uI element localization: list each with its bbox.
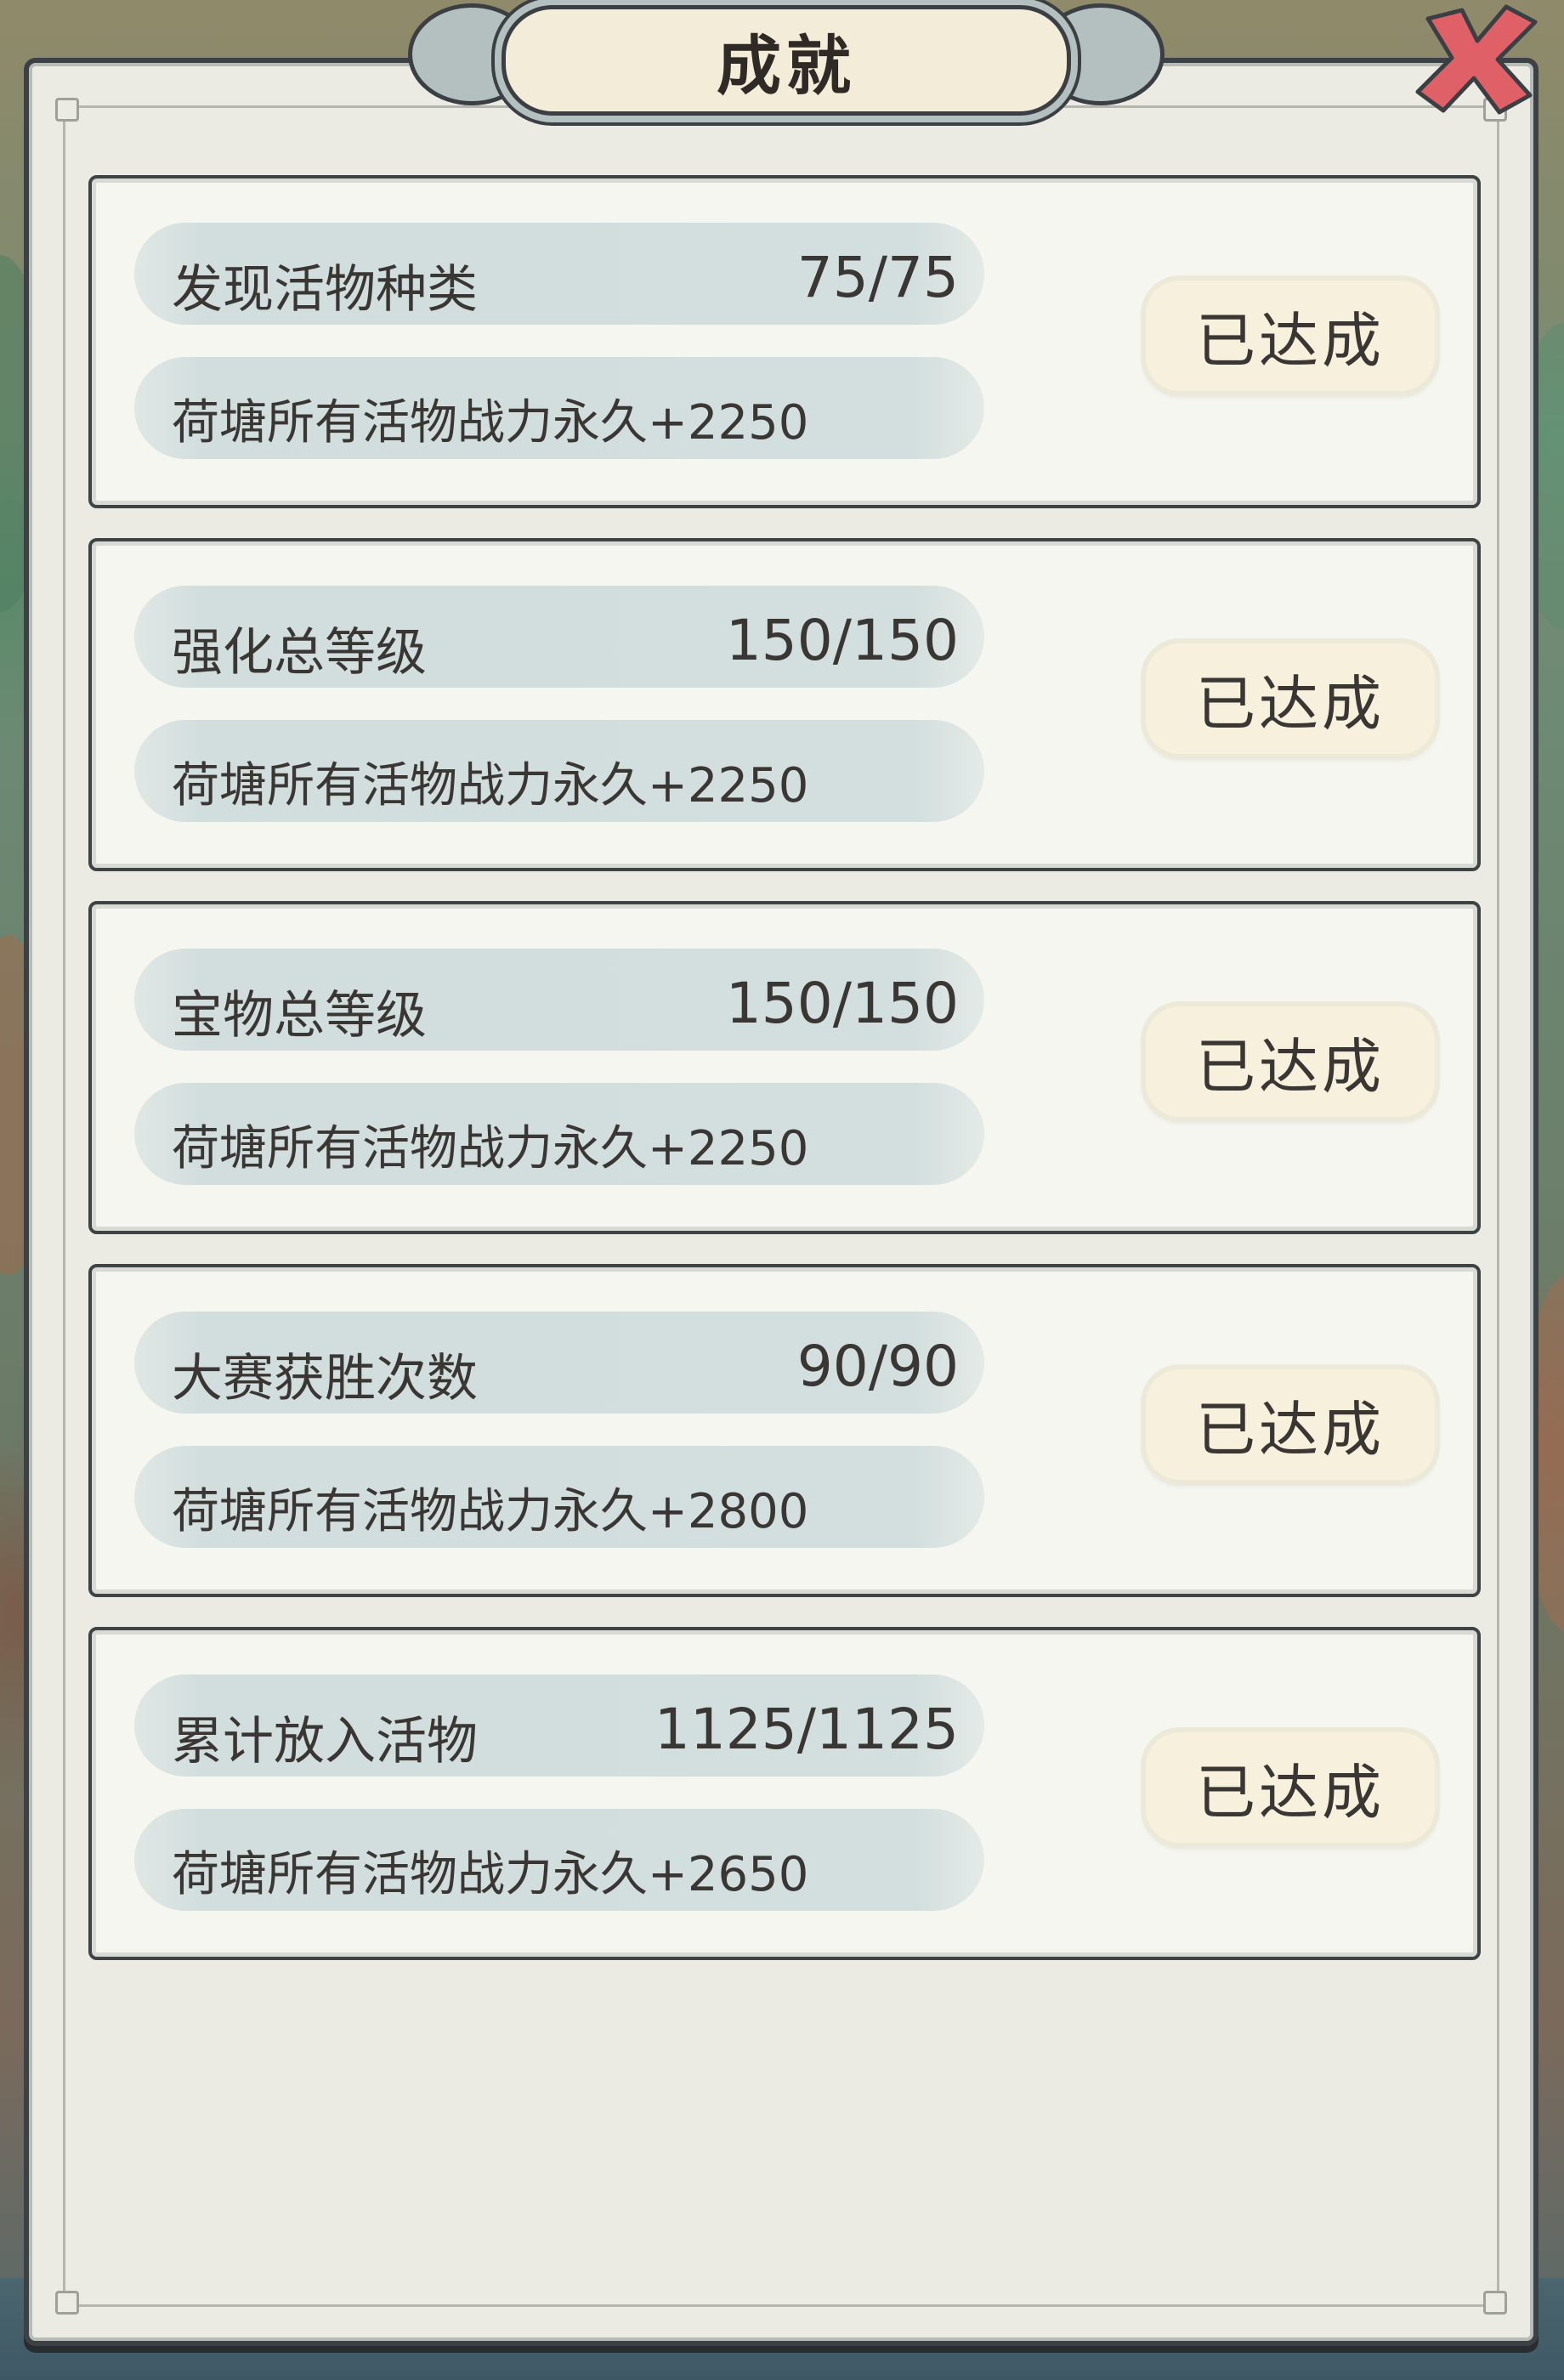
condition-progress: 1125/1125 bbox=[654, 1697, 959, 1762]
achievement-card: 累计放入活物 1125/1125 荷塘所有活物战力永久+2650 已达成 bbox=[88, 1627, 1481, 1960]
reward-text: 荷塘所有活物战力永久+2650 bbox=[172, 1847, 809, 1902]
achievement-card: 大赛获胜次数 90/90 荷塘所有活物战力永久+2800 已达成 bbox=[88, 1264, 1481, 1597]
reward-row: 荷塘所有活物战力永久+2250 bbox=[134, 357, 984, 459]
title-plaque: 成就 bbox=[502, 5, 1071, 116]
achieved-status-button[interactable]: 已达成 bbox=[1146, 1006, 1435, 1117]
corner-ornament bbox=[55, 98, 79, 122]
page-title: 成就 bbox=[717, 28, 856, 104]
condition-label: 发现活物种类 bbox=[172, 260, 478, 320]
close-button[interactable] bbox=[1402, 0, 1547, 119]
reward-row: 荷塘所有活物战力永久+2800 bbox=[134, 1446, 984, 1548]
condition-progress: 75/75 bbox=[796, 245, 959, 310]
condition-label: 大赛获胜次数 bbox=[172, 1349, 478, 1408]
condition-row: 发现活物种类 75/75 bbox=[134, 223, 984, 325]
reward-row: 荷塘所有活物战力永久+2250 bbox=[134, 720, 984, 822]
corner-ornament bbox=[55, 2291, 79, 2315]
achieved-status-button[interactable]: 已达成 bbox=[1146, 280, 1435, 391]
reward-text: 荷塘所有活物战力永久+2250 bbox=[172, 1121, 809, 1176]
reward-text: 荷塘所有活物战力永久+2250 bbox=[172, 758, 809, 813]
close-x-icon bbox=[1415, 4, 1538, 115]
reward-text: 荷塘所有活物战力永久+2800 bbox=[172, 1484, 809, 1539]
condition-row: 大赛获胜次数 90/90 bbox=[134, 1312, 984, 1414]
achieved-status-button[interactable]: 已达成 bbox=[1146, 643, 1435, 754]
corner-ornament bbox=[1483, 2291, 1507, 2315]
condition-progress: 90/90 bbox=[796, 1334, 959, 1399]
achieved-status-button[interactable]: 已达成 bbox=[1146, 1732, 1435, 1843]
condition-label: 累计放入活物 bbox=[172, 1712, 478, 1771]
condition-progress: 150/150 bbox=[725, 608, 959, 673]
reward-text: 荷塘所有活物战力永久+2250 bbox=[172, 395, 809, 450]
achievement-card: 强化总等级 150/150 荷塘所有活物战力永久+2250 已达成 bbox=[88, 538, 1481, 871]
achievement-card: 发现活物种类 75/75 荷塘所有活物战力永久+2250 已达成 bbox=[88, 175, 1481, 508]
condition-row: 强化总等级 150/150 bbox=[134, 586, 984, 688]
achieved-status-button[interactable]: 已达成 bbox=[1146, 1369, 1435, 1480]
reward-row: 荷塘所有活物战力永久+2650 bbox=[134, 1809, 984, 1911]
reward-row: 荷塘所有活物战力永久+2250 bbox=[134, 1083, 984, 1185]
condition-row: 宝物总等级 150/150 bbox=[134, 949, 984, 1051]
condition-label: 强化总等级 bbox=[172, 623, 427, 683]
condition-label: 宝物总等级 bbox=[172, 986, 427, 1046]
condition-progress: 150/150 bbox=[725, 971, 959, 1036]
achievement-card: 宝物总等级 150/150 荷塘所有活物战力永久+2250 已达成 bbox=[88, 901, 1481, 1234]
condition-row: 累计放入活物 1125/1125 bbox=[134, 1674, 984, 1776]
